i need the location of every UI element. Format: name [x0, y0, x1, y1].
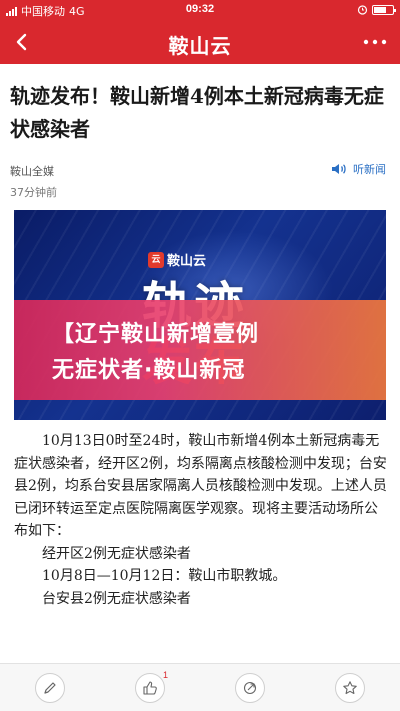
edit-icon	[44, 681, 56, 694]
status-bar: 中国移动 4G 09:32	[0, 0, 400, 20]
share-button[interactable]	[235, 672, 265, 703]
banner-line-2: 无症状者·鞍山新冠	[52, 358, 246, 383]
banner-line-1: 【辽宁鞍山新增壹例	[52, 322, 260, 347]
alarm-icon	[357, 5, 368, 15]
body-line: 经开区2例无症状感染者	[42, 545, 191, 562]
body-line: 台安县2例无症状感染者	[42, 590, 191, 607]
listen-label: 听新闻	[353, 163, 386, 176]
bottom-action-bar: 1	[0, 663, 400, 711]
like-icon	[143, 680, 157, 695]
body-paragraph: 10月13日0时至24时，鞍山市新增4例本土新冠病毒无症状感染者，经开区2例，均…	[14, 433, 387, 539]
share-icon	[243, 681, 257, 694]
article-time: 37分钟前	[10, 186, 57, 199]
nav-bar: 鞍山云	[0, 20, 400, 64]
article-body: 10月13日0时至24时，鞍山市新增4例本土新冠病毒无症状感染者，经开区2例，均…	[14, 430, 390, 610]
listen-news-button[interactable]: 听新闻	[331, 161, 386, 177]
like-button[interactable]: 1	[135, 669, 168, 703]
speaker-icon	[332, 164, 346, 174]
battery-icon	[372, 4, 396, 15]
favorite-button[interactable]	[335, 672, 365, 703]
status-right	[357, 4, 396, 15]
comment-button[interactable]	[35, 672, 65, 703]
body-line: 10月8日—10月12日：鞍山市职教城。	[42, 568, 287, 584]
hero-image[interactable]: 云 鞍山云 轨迹 发布 【辽宁鞍山新增壹例 无症状者·鞍山新冠	[14, 210, 386, 420]
hero-banner: 【辽宁鞍山新增壹例 无症状者·鞍山新冠	[14, 300, 386, 400]
more-dots-icon[interactable]	[360, 34, 390, 50]
like-count: 1	[162, 669, 168, 680]
status-time: 09:32	[185, 3, 215, 15]
star-icon	[343, 680, 357, 694]
article-title: 轨迹发布！鞍山新增4例本土新冠病毒无症状感染者	[10, 84, 384, 141]
article-source[interactable]: 鞍山全媒	[10, 163, 54, 179]
nav-title: 鞍山云	[168, 34, 232, 58]
